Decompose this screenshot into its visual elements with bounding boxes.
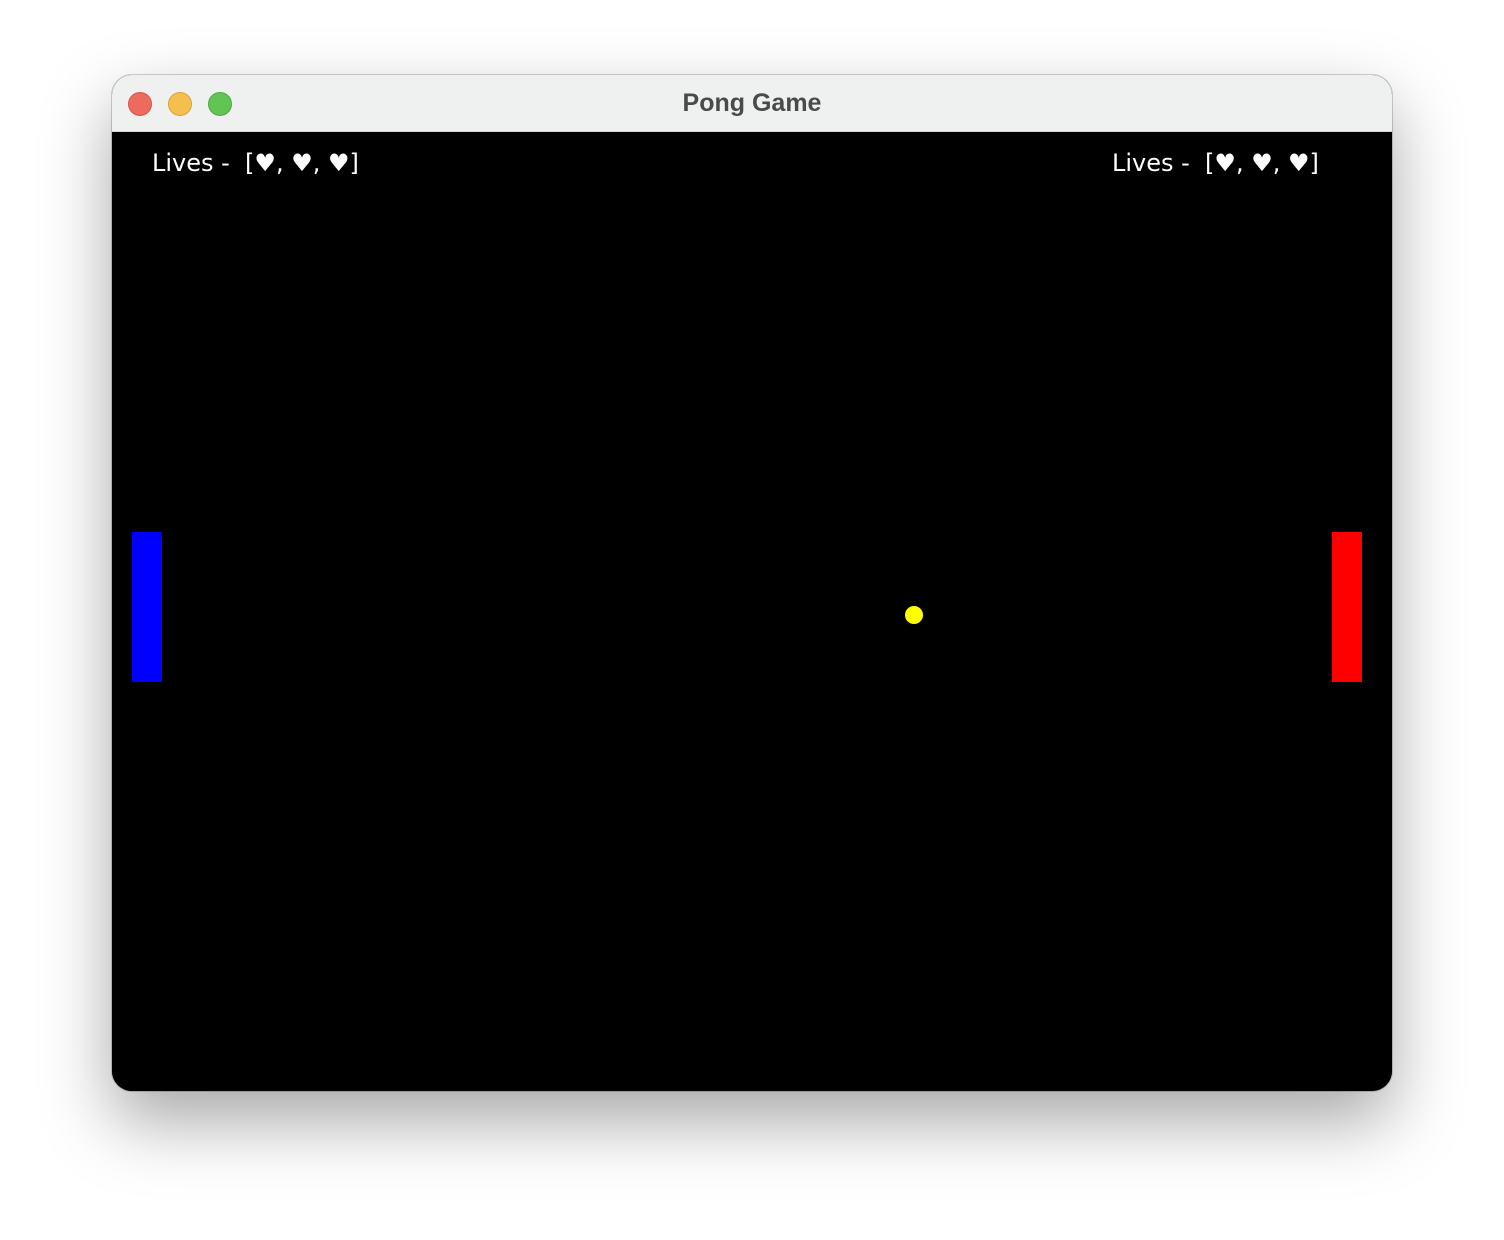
ball (905, 606, 923, 624)
right-player-lives: Lives - [♥, ♥, ♥] (1112, 149, 1319, 177)
left-player-lives: Lives - [♥, ♥, ♥] (152, 149, 359, 177)
title-bar: Pong Game (112, 75, 1392, 132)
window-title: Pong Game (682, 89, 822, 117)
game-canvas[interactable]: Lives - [♥, ♥, ♥] Lives - [♥, ♥, ♥] (112, 132, 1392, 1091)
right-paddle (1332, 532, 1362, 682)
left-paddle (132, 532, 162, 682)
game-window: Pong Game Lives - [♥, ♥, ♥] Lives - [♥, … (112, 75, 1392, 1091)
